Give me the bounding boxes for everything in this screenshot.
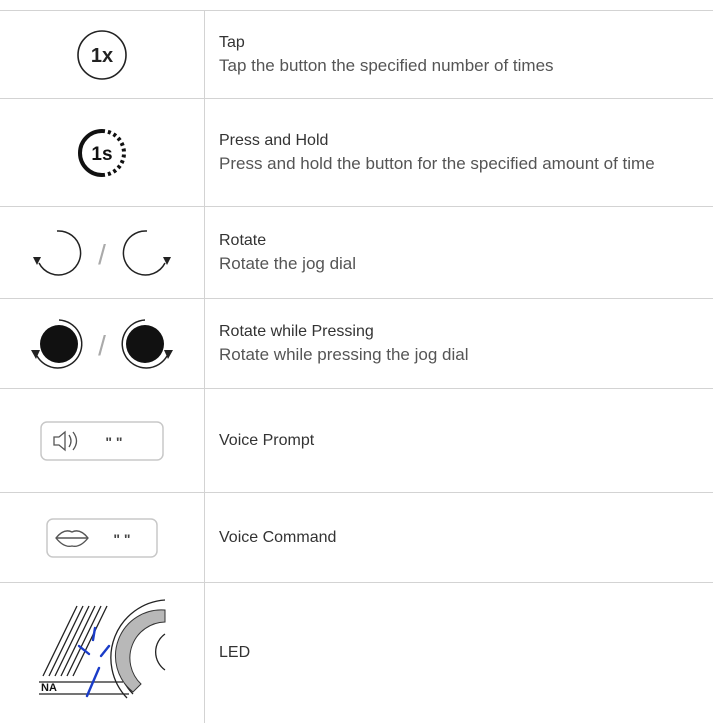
voice-prompt-icon: " "	[40, 420, 164, 461]
rotate-pressing-slash: /	[98, 330, 106, 361]
row-description: Rotate while pressing the jog dial	[219, 344, 469, 364]
voice-prompt-icon-cell: " "	[0, 389, 204, 492]
led-icon-cell: NA	[0, 583, 204, 723]
led-na-label: NA	[41, 682, 57, 694]
legend-row-rotate: / Rotate Rotate the jog dial	[0, 206, 713, 298]
press-hold-1s-icon: 1s	[78, 128, 126, 177]
led-text-cell: LED	[219, 583, 705, 723]
legend-row-voice-command: " " Voice Command	[0, 492, 713, 582]
row-title: Rotate	[219, 231, 267, 249]
rotate-slash: /	[98, 239, 106, 270]
legend-row-rotate-pressing: / Rotate while Pressing Rotate while pre…	[0, 298, 713, 388]
rotate-pressing-icon: /	[31, 318, 173, 369]
legend-row-voice-prompt: " " Voice Prompt	[0, 388, 713, 492]
press-hold-icon-label: 1s	[91, 144, 112, 165]
voice-prompt-quotes: " "	[105, 434, 122, 450]
tap-icon-label: 1x	[91, 45, 113, 67]
led-icon: NA	[39, 599, 166, 699]
icon-legend-table: 1x Tap Tap the button the specified numb…	[0, 0, 713, 723]
legend-row-tap: 1x Tap Tap the button the specified numb…	[0, 10, 713, 98]
voice-prompt-text-cell: Voice Prompt	[219, 389, 705, 492]
press-hold-icon-cell: 1s	[0, 99, 204, 206]
rotate-pressing-icon-cell: /	[0, 299, 204, 388]
row-title: LED	[219, 644, 251, 661]
rotate-icon: /	[33, 229, 171, 276]
rotate-pressing-text-cell: Rotate while Pressing Rotate while press…	[219, 299, 705, 388]
tap-1x-icon: 1x	[77, 29, 127, 80]
voice-command-icon-cell: " "	[0, 493, 204, 582]
tap-text-cell: Tap Tap the button the specified number …	[219, 11, 705, 98]
voice-command-quotes: " "	[113, 531, 130, 547]
row-title: Press and Hold	[219, 131, 329, 149]
row-title: Tap	[219, 33, 245, 51]
row-title: Voice Prompt	[219, 431, 315, 449]
tap-icon-cell: 1x	[0, 11, 204, 98]
row-description: Rotate the jog dial	[219, 253, 357, 273]
legend-row-press-hold: 1s Press and Hold Press and hold the but…	[0, 98, 713, 206]
row-title: Voice Command	[219, 528, 337, 546]
voice-command-icon: " "	[46, 517, 158, 558]
rotate-icon-cell: /	[0, 207, 204, 298]
legend-row-led: NA LED	[0, 582, 713, 723]
press-hold-text-cell: Press and Hold Press and hold the button…	[219, 99, 705, 206]
rotate-text-cell: Rotate Rotate the jog dial	[219, 207, 705, 298]
voice-command-text-cell: Voice Command	[219, 493, 705, 582]
row-description: Tap the button the specified number of t…	[219, 55, 554, 75]
row-title: Rotate while Pressing	[219, 322, 374, 340]
row-description: Press and hold the button for the specif…	[219, 153, 655, 173]
